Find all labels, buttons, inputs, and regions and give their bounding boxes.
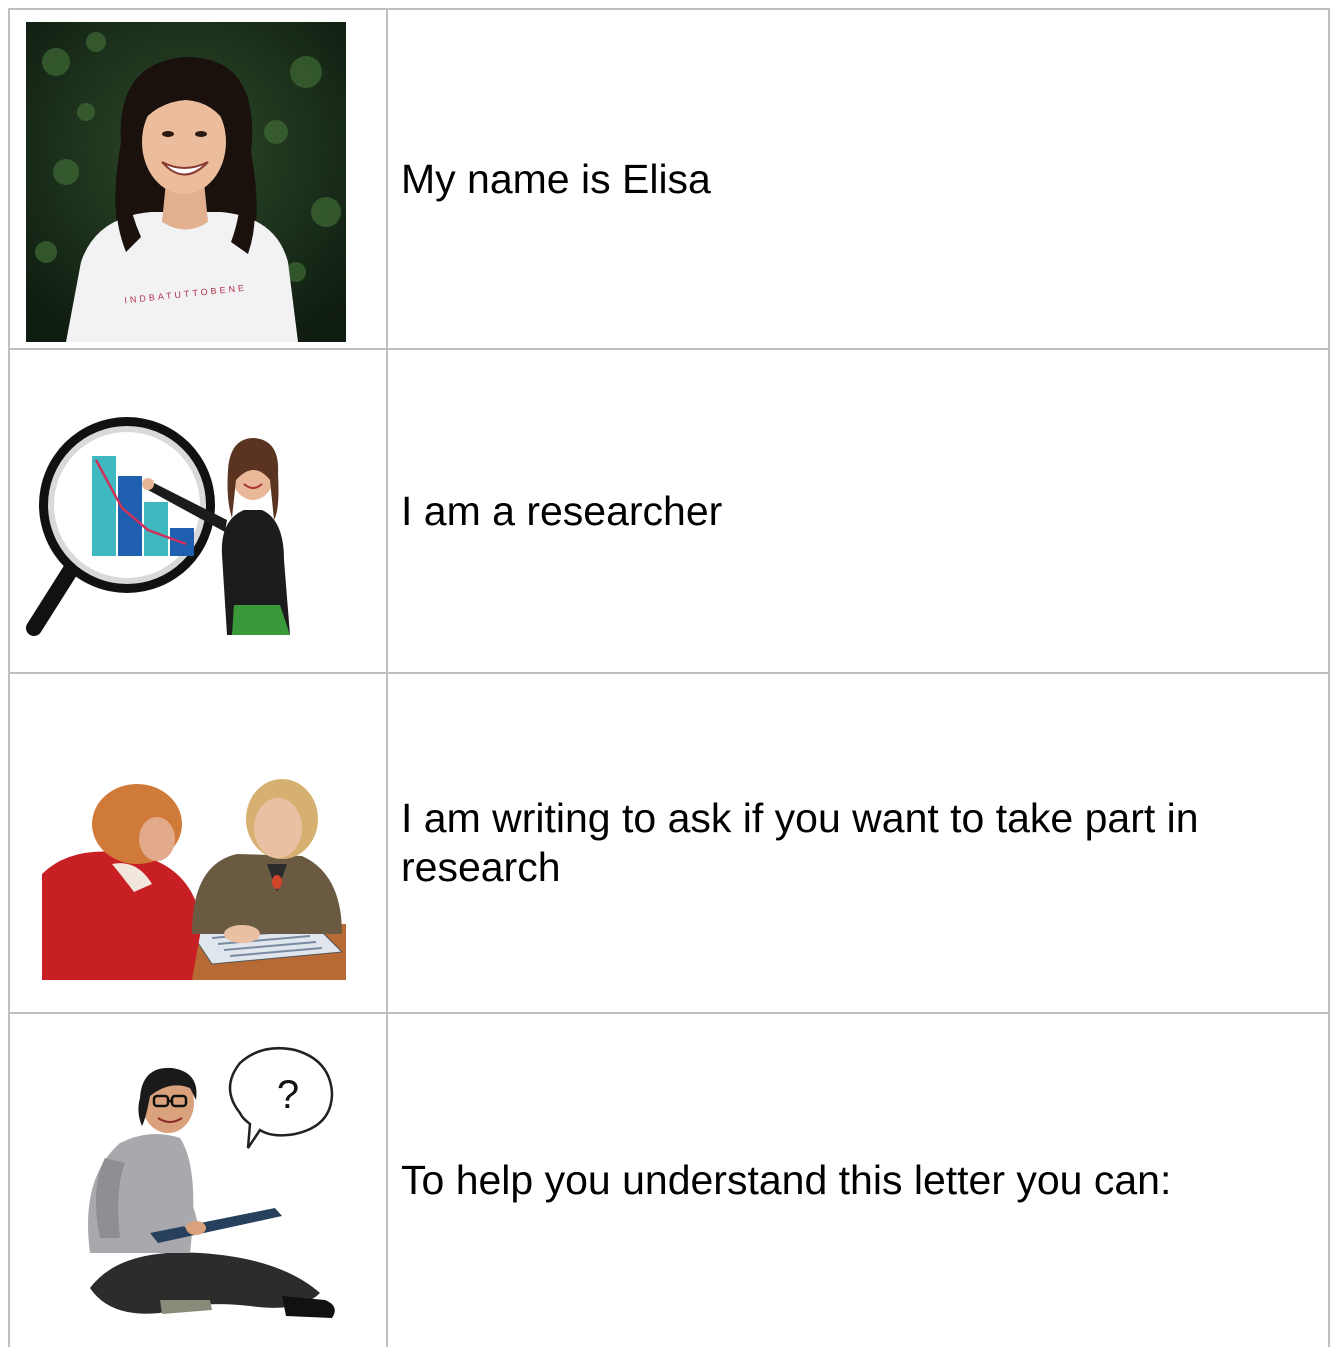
woman-brown-cardigan — [192, 854, 342, 934]
table-row: I am writing to ask if you want to take … — [8, 674, 1330, 1012]
easy-read-table: INDBATUTTOBENE My name is Elisa I am a r… — [8, 8, 1330, 1347]
image-cell — [10, 674, 388, 1012]
researcher-text: I am a researcher — [401, 487, 723, 534]
table-row: INDBATUTTOBENE My name is Elisa — [8, 10, 1330, 348]
chart-bar — [92, 456, 116, 556]
text-cell: I am writing to ask if you want to take … — [401, 674, 1320, 1012]
image-cell: ? — [10, 1014, 388, 1347]
question-mark: ? — [277, 1073, 299, 1117]
help-understand-text: To help you understand this letter you c… — [401, 1157, 1172, 1203]
text-cell: My name is Elisa — [401, 10, 1320, 348]
table-row: I am a researcher — [8, 350, 1330, 672]
text-cell: To help you understand this letter you c… — [401, 1014, 1320, 1347]
intro-name-text: My name is Elisa — [401, 155, 711, 202]
two-women-reading-document-photo — [42, 779, 346, 980]
woman-with-question-bubble-icon: ? — [88, 1046, 335, 1318]
image-cell — [10, 350, 388, 672]
image-cell: INDBATUTTOBENE — [10, 10, 388, 348]
request-text: I am writing to ask if you want to take … — [401, 795, 1199, 890]
text-cell: I am a researcher — [401, 350, 1320, 672]
researcher-magnifier-chart-icon — [26, 417, 290, 636]
question-bubble-icon: ? — [228, 1046, 334, 1149]
table-row: ? To help you understand this letter you… — [8, 1014, 1330, 1347]
portrait-photo: INDBATUTTOBENE — [26, 22, 346, 342]
